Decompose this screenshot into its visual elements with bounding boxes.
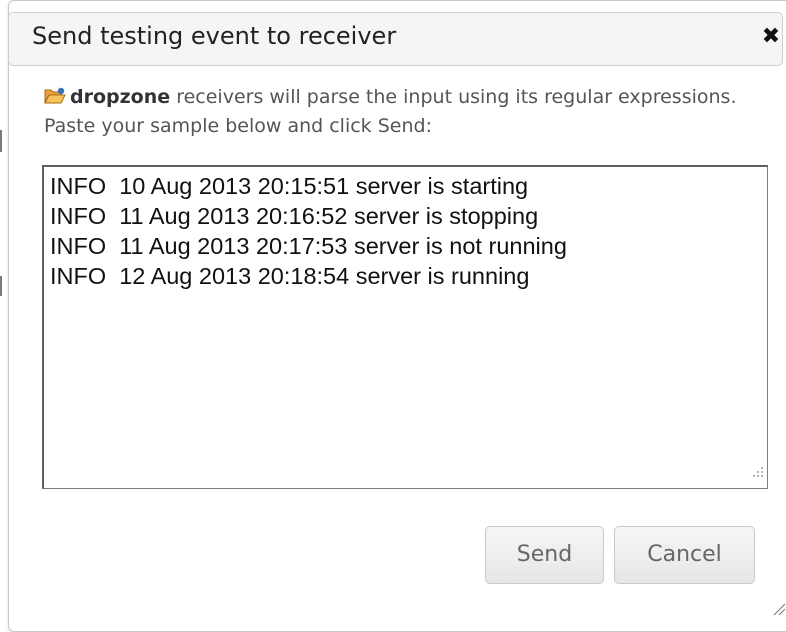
dialog-title: Send testing event to receiver	[32, 22, 397, 50]
send-button[interactable]: Send	[485, 526, 604, 584]
cancel-button[interactable]: Cancel	[614, 526, 755, 584]
intro-text: dropzone receivers will parse the input …	[44, 84, 764, 140]
close-icon[interactable]: ✖	[758, 22, 784, 52]
receiver-name: dropzone	[70, 86, 171, 108]
background-edge-mark	[0, 276, 2, 296]
folder-open-icon	[44, 86, 66, 113]
resize-grip-icon[interactable]	[751, 463, 765, 483]
sample-input[interactable]: INFO 10 Aug 2013 20:15:51 server is star…	[42, 165, 768, 489]
dialog-resize-grip-icon[interactable]	[772, 600, 786, 616]
background-edge-mark	[0, 130, 2, 152]
